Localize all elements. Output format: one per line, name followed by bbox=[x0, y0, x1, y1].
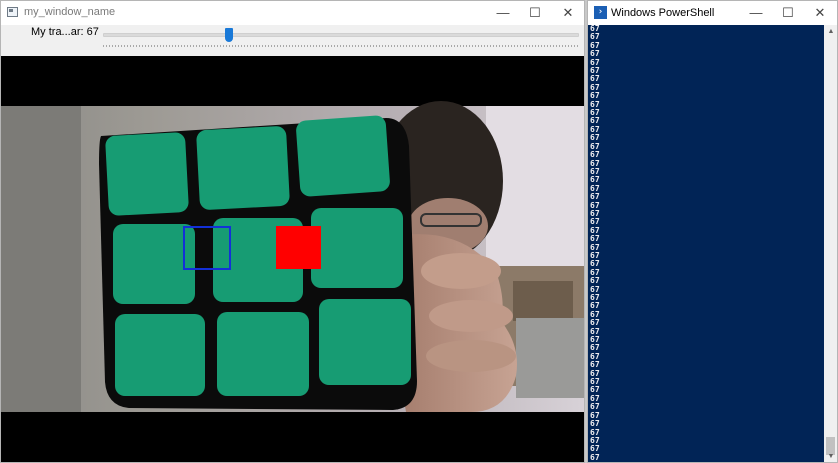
window-title: my_window_name bbox=[24, 6, 116, 18]
app-window-icon bbox=[7, 7, 18, 17]
scrollbar[interactable]: ▲ ▼ bbox=[824, 25, 837, 462]
close-icon: ✕ bbox=[814, 5, 826, 20]
close-button[interactable]: ✕ bbox=[803, 1, 837, 25]
red-detection-box bbox=[276, 226, 321, 269]
minimize-button[interactable]: — bbox=[739, 1, 773, 25]
scroll-down-icon[interactable]: ▼ bbox=[824, 450, 837, 462]
powershell-icon: › bbox=[594, 6, 607, 19]
trackbar-label: My tra...ar: 67 bbox=[31, 26, 99, 38]
trackbar-groove[interactable] bbox=[103, 33, 579, 37]
camera-image bbox=[1, 56, 584, 462]
maximize-button[interactable]: ☐ bbox=[518, 1, 552, 25]
trackbar-ticks bbox=[103, 45, 579, 47]
minimize-icon: — bbox=[749, 5, 763, 20]
close-button[interactable]: ✕ bbox=[551, 1, 584, 25]
minimize-button[interactable]: — bbox=[486, 1, 520, 25]
console-area[interactable]: 67 67 67 67 67 67 67 67 67 67 67 67 67 6… bbox=[588, 25, 824, 462]
console-output: 67 67 67 67 67 67 67 67 67 67 67 67 67 6… bbox=[590, 25, 600, 462]
trackbar-thumb[interactable] bbox=[225, 28, 233, 42]
camera-frame bbox=[1, 56, 584, 462]
maximize-button[interactable]: ☐ bbox=[771, 1, 805, 25]
window-title: Windows PowerShell bbox=[611, 7, 715, 19]
close-icon: ✕ bbox=[562, 5, 574, 20]
maximize-icon: ☐ bbox=[782, 5, 794, 20]
trackbar-panel: My tra...ar: 67 bbox=[1, 25, 584, 56]
title-bar[interactable]: my_window_name — ☐ ✕ bbox=[1, 1, 584, 25]
powershell-window: › Windows PowerShell — ☐ ✕ 67 67 67 67 6… bbox=[587, 0, 838, 463]
minimize-icon: — bbox=[496, 5, 510, 20]
scroll-up-icon[interactable]: ▲ bbox=[824, 25, 837, 39]
title-bar[interactable]: › Windows PowerShell — ☐ ✕ bbox=[588, 1, 837, 25]
opencv-window: my_window_name — ☐ ✕ My tra...ar: 67 bbox=[0, 0, 585, 463]
maximize-icon: ☐ bbox=[529, 5, 541, 20]
